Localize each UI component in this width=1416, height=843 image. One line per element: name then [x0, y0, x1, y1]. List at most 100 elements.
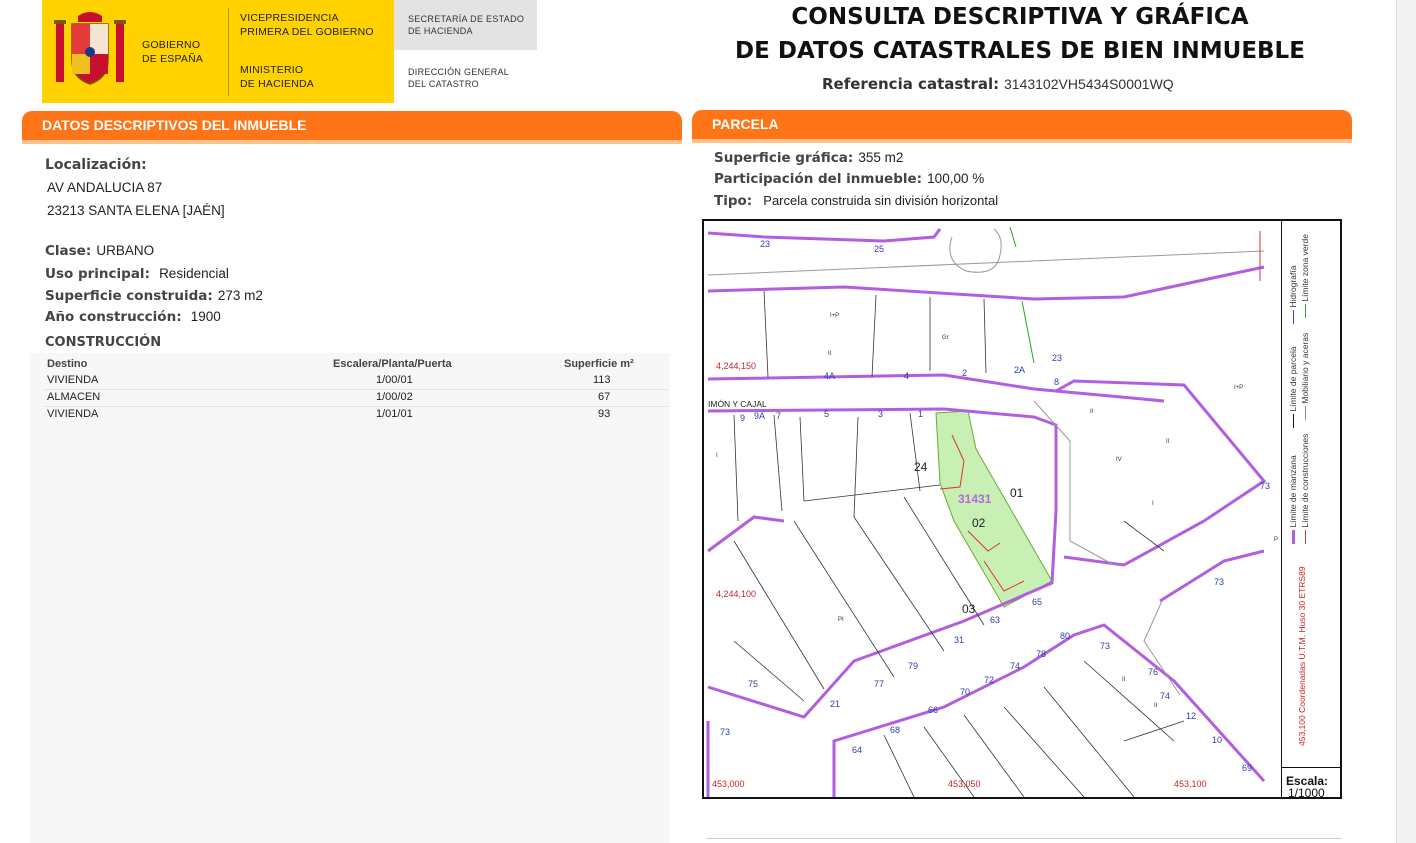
mobiliario-swatch: [1305, 406, 1307, 420]
coat-of-arms-icon: [54, 12, 126, 85]
col-superficie-header: Superficie m²: [564, 358, 634, 370]
legend-limite-manzana: Límite de manzana: [1288, 455, 1298, 544]
parcel-id-label: 31431: [958, 492, 992, 506]
address-line1: AV ANDALUCIA 87: [47, 180, 163, 195]
vice-line2: PRIMERA DEL GOBIERNO: [240, 26, 374, 38]
plot-number: 21: [830, 699, 840, 709]
plot-number: 73: [1214, 577, 1224, 587]
table-cell-superficie: 67: [598, 391, 611, 403]
plot-number: 10: [1212, 735, 1222, 745]
datos-section-header: DATOS DESCRIPTIVOS DEL INMUEBLE: [22, 111, 682, 140]
superficie-row: Superficie construida: 273 m2: [45, 285, 263, 304]
plot-number: 9: [740, 413, 745, 423]
legend-text: Hidrografía: [1288, 265, 1298, 308]
plot-number: 80: [1060, 631, 1070, 641]
plot-number: 76: [1148, 667, 1158, 677]
floor-code: II: [1122, 677, 1126, 683]
page-title: CONSULTA DESCRIPTIVA Y GRÁFICA DE DATOS …: [700, 0, 1340, 68]
bottom-rule: [706, 838, 1342, 839]
street-lines: [707, 228, 1265, 696]
government-logo-block: GOBIERNO DE ESPAÑA VICEPRESIDENCIA PRIME…: [42, 0, 394, 103]
title-line2: DE DATOS CATASTRALES DE BIEN INMUEBLE: [735, 38, 1305, 64]
uso-row: Uso principal: Residencial: [45, 263, 229, 282]
unit-label: 02: [972, 516, 986, 530]
legend-text: Límite de manzana: [1288, 455, 1298, 528]
direccion-general-label: DIRECCIÓN GENERAL DEL CATASTRO: [408, 66, 509, 90]
table-cell-destino: ALMACEN: [47, 391, 101, 403]
legend-text: Límite zona verde: [1300, 234, 1310, 302]
plot-number: 4: [904, 371, 909, 381]
legend-divider: [1281, 221, 1282, 797]
secretaria-line1: SECRETARÍA DE ESTADO: [408, 14, 525, 24]
plot-number: 4A: [824, 371, 835, 381]
cadastral-map[interactable]: 23 25 4A 4 2 2A 23 8 9 9A 7 5 3 1 65 63 …: [702, 219, 1342, 799]
legend-text: Límite de parcela: [1288, 346, 1298, 412]
page-edge-strip: [1396, 0, 1416, 843]
floor-code: I: [1152, 501, 1154, 507]
lot-lines: [733, 290, 1185, 797]
legend-text: Mobiliario y aceras: [1300, 332, 1310, 404]
plot-number: 12: [1186, 711, 1196, 721]
plot-number: 1: [918, 409, 923, 419]
plot-number: 77: [874, 679, 884, 689]
floor-code: PI: [838, 617, 844, 623]
localizacion-label: Localización:: [45, 157, 147, 173]
legend-text: Límite de construcciones: [1300, 433, 1310, 528]
parcela-section-title: PARCELA: [712, 116, 779, 132]
coord-y2: 4,244,100: [716, 589, 756, 599]
floor-code: I: [716, 453, 718, 459]
vice-line1: VICEPRESIDENCIA: [240, 12, 339, 24]
superficie-grafica-label: Superficie gráfica:: [714, 150, 854, 166]
plot-number: 63: [990, 615, 1000, 625]
anio-row: Año construcción: 1900: [45, 306, 221, 325]
plot-number: 73: [720, 727, 730, 737]
floor-code: Gr: [942, 335, 949, 341]
floor-code: II: [1090, 409, 1094, 415]
plot-number: 74: [1160, 691, 1170, 701]
parcela-swatch: [1293, 414, 1295, 428]
ministry-line2: DE HACIENDA: [240, 78, 314, 90]
clase-label: Clase:: [45, 243, 92, 259]
plot-number: 72: [984, 675, 994, 685]
participacion-label: Participación del inmueble:: [714, 171, 923, 187]
address-line2: 23213 SANTA ELENA [JAÉN]: [47, 203, 225, 218]
plot-number: 9A: [754, 411, 765, 421]
participacion-row: Participación del inmueble: 100,00 %: [714, 168, 984, 187]
floor-code: I+P: [830, 313, 839, 319]
row-divider: [44, 406, 668, 407]
clase-value: URBANO: [96, 243, 155, 258]
manzana-swatch: [1292, 530, 1296, 544]
plot-number: 25: [874, 244, 884, 254]
ref-catastral-label: Referencia catastral:: [822, 75, 1000, 93]
construccion-table: [30, 353, 670, 843]
plot-number: 66: [928, 705, 938, 715]
secretaria-line2: DE HACIENDA: [408, 26, 473, 36]
uso-value: Residencial: [159, 266, 229, 281]
unit-label: 01: [1010, 486, 1024, 500]
green-zone-lines: [1009, 226, 1035, 364]
tipo-row: Tipo: Parcela construida sin división ho…: [714, 190, 998, 209]
plot-number: 5: [824, 409, 829, 419]
plot-number: 68: [890, 725, 900, 735]
table-cell-destino: VIVIENDA: [47, 374, 99, 386]
construcciones-swatch: [1305, 530, 1307, 544]
ref-catastral-value: 3143102VH5434S0001WQ: [1004, 76, 1174, 92]
floor-code: I+P: [1234, 385, 1243, 391]
ministerio-label: MINISTERIO DE HACIENDA: [240, 63, 314, 91]
col-destino-header: Destino: [47, 358, 88, 370]
floor-code: P: [1274, 537, 1278, 543]
table-cell-superficie: 93: [598, 408, 611, 420]
table-cell-escalera: 1/00/02: [376, 391, 413, 403]
legend-limite-parcela: Límite de parcela: [1288, 346, 1298, 428]
anio-value: 1900: [190, 309, 221, 324]
table-cell-destino: VIVIENDA: [47, 408, 99, 420]
plot-number: 69: [1242, 763, 1252, 773]
logo-divider: [228, 8, 229, 96]
plot-number: 75: [748, 679, 758, 689]
table-cell-escalera: 1/00/01: [376, 374, 413, 386]
plot-number: 23: [1052, 353, 1062, 363]
datos-section-title: DATOS DESCRIPTIVOS DEL INMUEBLE: [42, 117, 307, 133]
scale-divider: [1281, 767, 1340, 768]
gov-name-line1: GOBIERNO: [142, 39, 201, 51]
coord-x1: 453,000: [712, 779, 745, 789]
